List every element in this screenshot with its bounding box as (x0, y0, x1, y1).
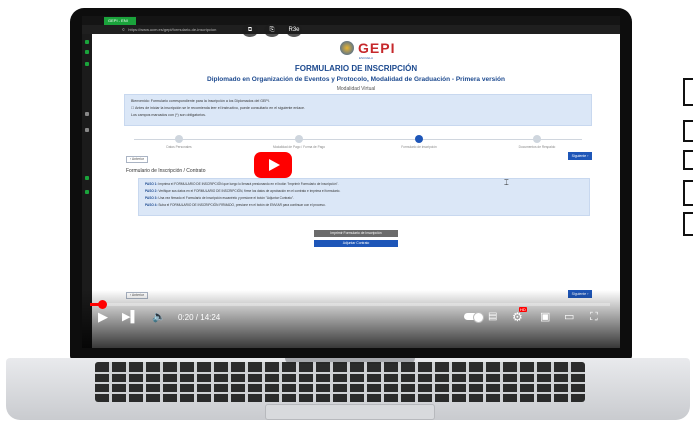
modality-label: Modalidad Virtual (336, 86, 376, 92)
volume-icon[interactable]: 🔈 (152, 310, 166, 324)
wizard-step-active[interactable]: Formulario de inscripción (374, 135, 464, 149)
instructions-box: PASO 1: Imprima el FORMULARIO DE INSCRIP… (138, 178, 590, 216)
step-label: Documentos de Respaldo (518, 145, 556, 149)
sidebar-app-icon[interactable] (85, 40, 89, 44)
play-icon (269, 159, 280, 171)
partial-icon (683, 212, 693, 236)
miniplayer-icon[interactable]: ▣ (540, 310, 550, 324)
form-title: FORMULARIO DE INSCRIPCIÓN (294, 64, 418, 73)
wizard-steps: Datos Personales Modalidad de Pago / For… (134, 132, 582, 150)
sidebar-app-icon[interactable] (85, 112, 89, 116)
step-dot (415, 135, 423, 143)
print-form-button[interactable]: Imprimir Formulario de Inscripción (314, 230, 398, 237)
play-icon[interactable]: ▶ (98, 310, 108, 324)
laptop-scene: GEPI - ENI © https://www.ucm.es/gepi/for… (0, 0, 693, 442)
step-dot (533, 135, 541, 143)
keyboard-row-gap (95, 392, 585, 394)
step-dot (175, 135, 183, 143)
text-cursor-icon: ⌶ (504, 178, 509, 187)
sidebar-app-icon[interactable] (85, 50, 89, 54)
section-heading: Formulario de Inscripción / Contrato (126, 168, 206, 174)
info-line: ☐ Antes de iniciar la inscripción se le … (131, 106, 306, 110)
theater-mode-icon[interactable]: ▭ (564, 310, 574, 324)
partial-icon (683, 150, 693, 170)
miniplayer-icon[interactable]: ⧉ (242, 24, 258, 37)
attach-contract-button[interactable]: Adjuntar Contrato (314, 240, 398, 247)
settings-gear-icon[interactable]: ⚙ (512, 310, 523, 324)
fullscreen-icon[interactable]: ⛶ (590, 310, 598, 324)
wizard-step[interactable]: Modalidad de Pago / Forma de Pago (254, 135, 344, 149)
previous-button[interactable]: ‹ Anterior (126, 156, 148, 163)
sidebar-app-icon[interactable] (85, 190, 89, 194)
partial-icon (683, 180, 693, 206)
info-line: Los campos marcados con (*) son obligato… (131, 113, 206, 117)
next-video-icon[interactable]: ▶▌ (122, 310, 138, 324)
university-seal-icon (340, 41, 354, 55)
instruction-line: PASO 4: Suba el FORMULARIO DE INSCRIPCIÓ… (145, 203, 326, 207)
progress-scrubber[interactable] (98, 300, 107, 309)
info-line: Bienvenido: Formulario correspondiente p… (131, 99, 270, 103)
next-button[interactable]: Siguiente › (568, 152, 592, 160)
partial-icon (683, 78, 693, 106)
step-label: Modalidad de Pago / Forma de Pago (272, 145, 326, 149)
welcome-info-box: Bienvenido: Formulario correspondiente p… (124, 94, 592, 126)
program-title: Diplomado en Organización de Eventos y P… (207, 76, 505, 83)
autoplay-toggle[interactable] (464, 312, 484, 323)
sidebar-app-icon[interactable] (85, 128, 89, 132)
partial-icon (683, 120, 693, 142)
step-dot (295, 135, 303, 143)
wizard-step[interactable]: Documentos de Respaldo (492, 135, 582, 149)
keyboard-row-gap (95, 382, 585, 384)
address-bar[interactable]: © https://www.ucm.es/gepi/formulario-de-… (82, 25, 620, 34)
sidebar-app-icon[interactable] (85, 62, 89, 66)
browser-tab-bar: GEPI - ENI (82, 16, 620, 25)
trackpad (265, 404, 435, 420)
logo-text: GEPI (358, 40, 396, 56)
step-label: Datos Personales (166, 145, 192, 149)
subtitles-icon[interactable]: ▤ (488, 310, 497, 324)
step-label: Formulario de inscripción (401, 145, 437, 149)
time-display: 0:20 / 14:24 (178, 313, 221, 322)
video-top-controls: ⧉ ⎘ R3e (242, 24, 302, 37)
hd-badge: HD (519, 307, 527, 312)
instruction-line: PASO 1: Imprima el FORMULARIO DE INSCRIP… (145, 182, 339, 186)
progress-bar[interactable] (90, 300, 610, 309)
keyboard-row-gap (95, 372, 585, 374)
gepi-logo: GEPI (340, 40, 395, 56)
logo-subtitle: ESCUELA (359, 56, 374, 60)
wizard-step[interactable]: Datos Personales (134, 135, 224, 149)
share-icon[interactable]: ⎘ (264, 24, 280, 37)
instruction-line: PASO 2: Verifique sus datos en el FORMUL… (145, 189, 341, 193)
instruction-line: PASO 3: Una vez firmado el Formulario de… (145, 196, 294, 200)
browser-tab[interactable]: GEPI - ENI (104, 17, 136, 25)
sidebar-app-icon[interactable] (85, 176, 89, 180)
captions-toggle-icon[interactable]: R3e (286, 24, 302, 37)
